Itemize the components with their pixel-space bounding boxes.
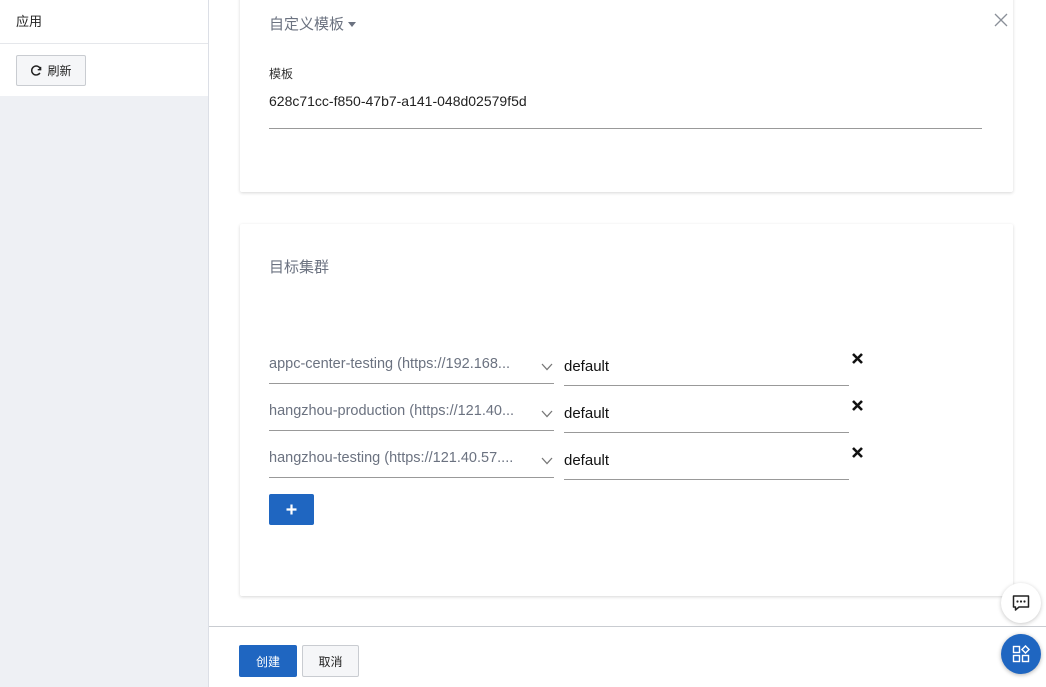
chat-icon xyxy=(1012,595,1030,611)
caret-down-icon xyxy=(348,22,357,27)
cluster-select[interactable]: hangzhou-production (https://121.40... xyxy=(269,395,554,431)
cancel-button[interactable]: 取消 xyxy=(302,645,359,677)
cluster-select[interactable]: hangzhou-testing (https://121.40.57.... xyxy=(269,442,554,478)
target-cluster-title: 目标集群 xyxy=(269,259,330,276)
template-field-label: 模板 xyxy=(269,67,294,81)
apps-button[interactable] xyxy=(1001,634,1041,674)
remove-icon[interactable] xyxy=(851,352,864,365)
cluster-select-value: hangzhou-production (https://121.40... xyxy=(269,403,515,419)
template-id-input[interactable]: 628c71cc-f850-47b7-a141-048d02579f5d xyxy=(269,88,982,129)
create-button[interactable]: 创建 xyxy=(239,645,297,677)
template-card: 自定义模板 模板 628c71cc-f850-47b7-a141-048d025… xyxy=(240,0,1013,192)
main-panel: 自定义模板 模板 628c71cc-f850-47b7-a141-048d025… xyxy=(209,0,1046,687)
remove-icon[interactable] xyxy=(851,446,864,459)
template-type-label: 自定义模板 xyxy=(269,16,345,33)
add-cluster-button[interactable] xyxy=(269,494,314,525)
remove-icon[interactable] xyxy=(851,399,864,412)
close-icon[interactable] xyxy=(994,13,1008,27)
refresh-label: 刷新 xyxy=(47,64,72,78)
chevron-down-icon[interactable] xyxy=(541,363,553,371)
refresh-button[interactable]: 刷新 xyxy=(16,55,86,86)
apps-icon xyxy=(1012,644,1031,663)
chevron-down-icon[interactable] xyxy=(541,457,553,465)
refresh-icon xyxy=(31,65,42,76)
cluster-select[interactable]: appc-center-testing (https://192.168... xyxy=(269,348,554,384)
cluster-select-value: appc-center-testing (https://192.168... xyxy=(269,356,510,372)
namespace-input[interactable]: default xyxy=(564,442,849,480)
sidebar-title: 应用 xyxy=(0,0,208,44)
plus-icon xyxy=(286,504,297,515)
target-cluster-card: 目标集群 appc-center-testing (https://192.16… xyxy=(240,224,1013,596)
template-type-dropdown[interactable]: 自定义模板 xyxy=(269,13,357,34)
sidebar: 应用 刷新 xyxy=(0,0,209,687)
chevron-down-icon[interactable] xyxy=(541,410,553,418)
chat-button[interactable] xyxy=(1001,583,1041,623)
namespace-input[interactable]: default xyxy=(564,395,849,433)
footer-bar: 创建 取消 xyxy=(209,626,1046,687)
namespace-input[interactable]: default xyxy=(564,348,849,386)
cluster-select-value: hangzhou-testing (https://121.40.57.... xyxy=(269,450,514,466)
